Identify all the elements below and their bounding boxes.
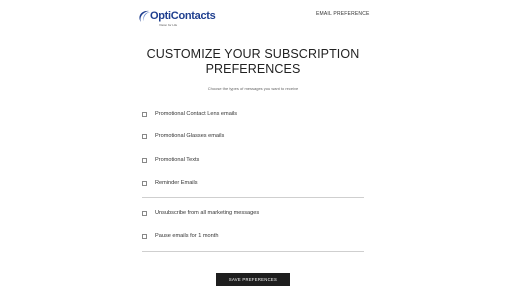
option-pause-emails[interactable]: Pause emails for 1 month (142, 232, 218, 240)
email-preference-link[interactable]: EMAIL PREFERENCE (316, 11, 370, 17)
save-preferences-button[interactable]: SAVE PREFERENCES (216, 273, 290, 286)
checkbox[interactable] (142, 157, 147, 163)
option-label: Promotional Glasses emails (155, 133, 225, 139)
page-title: CUSTOMIZE YOUR SUBSCRIPTION PREFERENCES (0, 47, 506, 76)
option-label: Promotional Contact Lens emails (155, 111, 238, 117)
logo-text: OptiContacts (150, 10, 216, 22)
page-subtitle: Choose the types of messages you want to… (207, 86, 299, 91)
option-promotional-glasses-emails[interactable]: Promotional Glasses emails (142, 132, 224, 140)
option-label: Pause emails for 1 month (155, 233, 219, 239)
logo-tagline: Vision for Life (159, 23, 178, 27)
checkbox[interactable] (142, 210, 147, 216)
page-title-line-2: PREFERENCES (205, 61, 301, 76)
checkbox[interactable] (142, 180, 147, 186)
email-preferences-page: OptiContacts Vision for Life EMAIL PREFE… (0, 0, 506, 302)
option-label: Reminder Emails (155, 180, 198, 186)
page-title-line-1: CUSTOMIZE YOUR SUBSCRIPTION (146, 47, 360, 61)
checkbox[interactable] (142, 133, 147, 139)
divider (142, 197, 364, 198)
option-label: Promotional Texts (155, 157, 200, 163)
checkbox[interactable] (142, 233, 147, 239)
opticontacts-logo[interactable]: OptiContacts Vision for Life (137, 9, 216, 31)
divider (142, 251, 364, 252)
option-unsubscribe-all[interactable]: Unsubscribe from all marketing messages (142, 209, 259, 217)
option-label: Unsubscribe from all marketing messages (155, 210, 260, 216)
checkbox[interactable] (142, 111, 147, 117)
option-promotional-contact-lens-emails[interactable]: Promotional Contact Lens emails (142, 110, 237, 118)
option-promotional-texts[interactable]: Promotional Texts (142, 156, 199, 164)
option-reminder-emails[interactable]: Reminder Emails (142, 179, 198, 187)
